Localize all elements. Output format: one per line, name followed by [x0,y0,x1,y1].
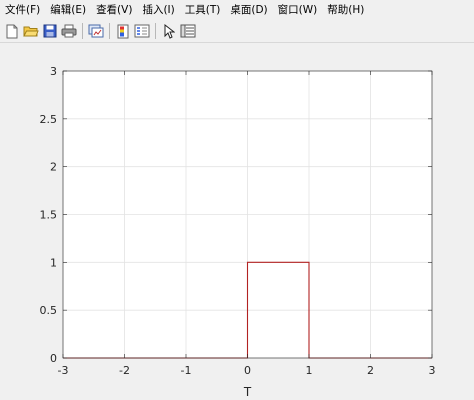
open-file-icon[interactable] [22,22,40,40]
menu-desktop[interactable]: 桌面(D) [225,0,272,20]
x-tick-labels: -3 -2 -1 0 1 2 3 [58,364,436,377]
x-axis-label: T [243,385,252,399]
x-tick-label: 3 [429,364,436,377]
figure-area: -3 -2 -1 0 1 2 3 0 0.5 1 1.5 2 2.5 3 T [0,43,474,400]
menu-file[interactable]: 文件(F) [0,0,45,20]
y-tick-label: 1 [50,256,57,269]
x-tick-label: 2 [367,364,374,377]
plot-canvas[interactable]: -3 -2 -1 0 1 2 3 0 0.5 1 1.5 2 2.5 3 T [0,43,474,400]
insert-legend-icon[interactable] [133,22,151,40]
menu-window[interactable]: 窗口(W) [273,0,323,20]
menu-edit[interactable]: 编辑(E) [45,0,91,20]
menu-bar: 文件(F) 编辑(E) 查看(V) 插入(I) 工具(T) 桌面(D) 窗口(W… [0,0,474,20]
new-file-icon[interactable] [3,22,21,40]
y-tick-label: 0.5 [40,304,58,317]
y-tick-label: 2 [50,161,57,174]
print-icon[interactable] [60,22,78,40]
save-icon[interactable] [41,22,59,40]
x-tick-label: -2 [119,364,130,377]
y-tick-label: 1.5 [40,209,58,222]
toolbar-separator [155,23,156,39]
x-tick-label: -3 [58,364,69,377]
y-tick-labels: 0 0.5 1 1.5 2 2.5 3 [40,65,58,365]
toolbar-separator [82,23,83,39]
x-tick-label: 0 [244,364,251,377]
y-tick-label: 3 [50,65,57,78]
toolbar-separator [109,23,110,39]
edit-plot-arrow-icon[interactable] [160,22,178,40]
y-tick-label: 2.5 [40,113,58,126]
menu-tools[interactable]: 工具(T) [180,0,226,20]
x-tick-label: -1 [181,364,192,377]
menu-help[interactable]: 帮助(H) [322,0,369,20]
menu-insert[interactable]: 插入(I) [137,0,179,20]
y-tick-label: 0 [50,352,57,365]
toolbar [0,20,474,43]
menu-view[interactable]: 查看(V) [91,0,137,20]
property-inspector-icon[interactable] [179,22,197,40]
x-tick-label: 1 [306,364,313,377]
link-plot-icon[interactable] [87,22,105,40]
insert-colorbar-icon[interactable] [114,22,132,40]
